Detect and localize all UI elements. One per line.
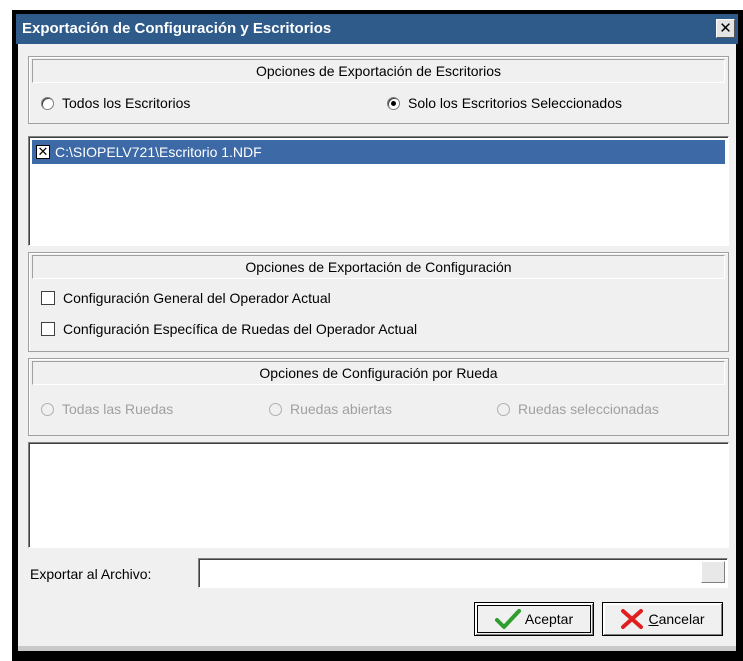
radio-open-wheels-label: Ruedas abiertas	[290, 401, 392, 417]
wheels-list[interactable]	[28, 442, 729, 548]
radio-selected-wheels[interactable]: Ruedas seleccionadas	[497, 401, 659, 417]
config-export-group: Opciones de Exportación de Configuración…	[28, 252, 729, 352]
checkbox-specific-config-box	[41, 322, 55, 336]
close-button[interactable]: ✕	[716, 19, 735, 38]
radio-all-wheels-indicator	[41, 402, 54, 416]
checkbox-general-config-label: Configuración General del Operador Actua…	[63, 290, 331, 306]
config-group-header: Opciones de Exportación de Configuración	[32, 255, 725, 279]
wheel-group-header: Opciones de Configuración por Rueda	[32, 361, 725, 385]
window-title: Exportación de Configuración y Escritori…	[22, 20, 332, 37]
radio-open-wheels[interactable]: Ruedas abiertas	[269, 401, 392, 417]
accept-button[interactable]: Aceptar	[474, 602, 594, 636]
radio-all-desktops-indicator	[41, 96, 54, 110]
radio-selected-wheels-label: Ruedas seleccionadas	[518, 401, 659, 417]
radio-open-wheels-indicator	[269, 402, 282, 416]
dialog-body: Opciones de Exportación de Escritorios T…	[18, 44, 736, 649]
export-file-label: Exportar al Archivo:	[30, 566, 152, 582]
list-item[interactable]: ✕ C:\SIOPELV721\Escritorio 1.NDF	[32, 140, 725, 164]
checkmark-icon	[494, 609, 521, 629]
checkbox-general-config[interactable]: Configuración General del Operador Actua…	[41, 290, 331, 306]
title-bar[interactable]: Exportación de Configuración y Escritori…	[16, 14, 738, 44]
radio-all-wheels[interactable]: Todas las Ruedas	[41, 401, 173, 417]
list-item-label: C:\SIOPELV721\Escritorio 1.NDF	[55, 144, 262, 160]
desktops-export-group: Opciones de Exportación de Escritorios T…	[28, 56, 729, 124]
desktops-group-header: Opciones de Exportación de Escritorios	[32, 59, 725, 83]
export-file-input[interactable]	[198, 558, 728, 588]
x-mark-icon	[621, 609, 644, 629]
radio-all-wheels-label: Todas las Ruedas	[62, 401, 174, 417]
status-strip	[18, 646, 736, 651]
close-icon: ✕	[719, 20, 732, 37]
accept-button-label: Aceptar	[524, 611, 574, 627]
checkbox-specific-config[interactable]: Configuración Específica de Ruedas del O…	[41, 321, 417, 337]
checkbox-general-config-box	[41, 291, 55, 305]
list-item-checkbox[interactable]: ✕	[36, 145, 50, 159]
checkbox-specific-config-label: Configuración Específica de Ruedas del O…	[63, 321, 418, 337]
desktops-list[interactable]: ✕ C:\SIOPELV721\Escritorio 1.NDF	[28, 136, 729, 246]
cancel-accelerator: C	[648, 611, 659, 627]
radio-all-desktops-label: Todos los Escritorios	[62, 95, 191, 111]
radio-selected-desktops-label: Solo los Escritorios Seleccionados	[408, 95, 622, 111]
radio-selected-desktops-indicator	[387, 96, 400, 110]
browse-button[interactable]	[701, 561, 725, 583]
cancel-button-label: Cancelar	[648, 611, 704, 627]
radio-selected-desktops[interactable]: Solo los Escritorios Seleccionados	[387, 95, 622, 111]
radio-all-desktops[interactable]: Todos los Escritorios	[41, 95, 190, 111]
wheel-config-group: Opciones de Configuración por Rueda Toda…	[28, 358, 729, 436]
radio-selected-wheels-indicator	[497, 402, 510, 416]
cancel-button[interactable]: Cancelar	[602, 602, 723, 636]
cancel-label-rest: ancelar	[658, 611, 705, 627]
